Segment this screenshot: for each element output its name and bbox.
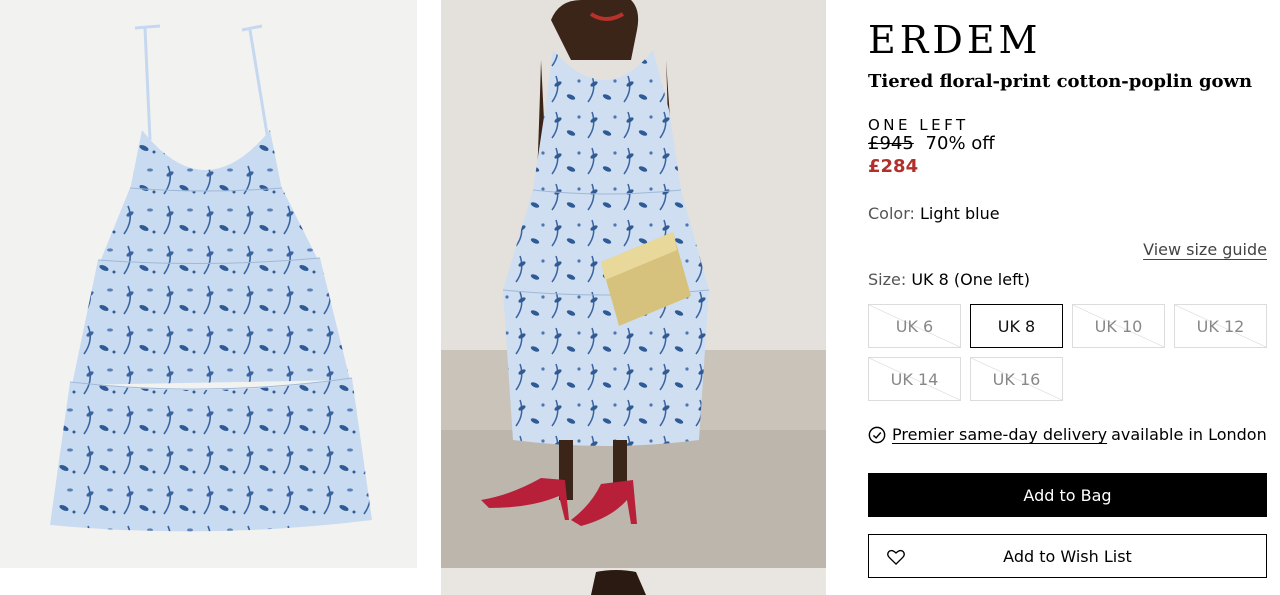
product-image-model[interactable]	[441, 0, 826, 568]
brand-name[interactable]: ERDEM	[868, 18, 1041, 62]
size-option-uk-14[interactable]: UK 14	[868, 357, 961, 401]
color-label: Color:	[868, 204, 915, 223]
stock-label: ONE LEFT	[868, 116, 969, 134]
size-option-uk-10[interactable]: UK 10	[1072, 304, 1165, 348]
delivery-suffix: available in London	[1111, 425, 1267, 444]
product-image-flat[interactable]	[0, 0, 417, 568]
size-option-uk-12[interactable]: UK 12	[1174, 304, 1267, 348]
size-value: UK 8 (One left)	[911, 270, 1030, 289]
add-to-bag-button[interactable]: Add to Bag	[868, 473, 1267, 517]
original-price: £945	[868, 133, 914, 154]
add-to-wishlist-button[interactable]: Add to Wish List	[868, 534, 1267, 578]
check-circle-icon	[868, 426, 886, 443]
size-row: Size: UK 8 (One left)	[868, 270, 1030, 289]
color-value: Light blue	[919, 204, 1000, 223]
product-name: Tiered floral-print cotton-poplin gown	[868, 71, 1253, 92]
size-option-uk-6[interactable]: UK 6	[868, 304, 961, 348]
color-row: Color: Light blue	[868, 204, 1000, 223]
product-image-next-preview[interactable]	[441, 568, 826, 595]
heart-outline-icon	[887, 549, 905, 566]
size-option-uk-8[interactable]: UK 8	[970, 304, 1063, 348]
price-row: £945 70% off	[868, 133, 995, 154]
sale-price: £284	[868, 156, 919, 177]
dress-flat-illustration	[50, 24, 372, 532]
premier-delivery-link[interactable]: Premier same-day delivery	[892, 425, 1107, 444]
size-label: Size:	[868, 270, 907, 289]
size-option-uk-16[interactable]: UK 16	[970, 357, 1063, 401]
delivery-info: Premier same-day delivery available in L…	[868, 425, 1267, 444]
model-wearing-dress-illustration	[441, 0, 826, 568]
next-image-preview-illustration	[441, 568, 826, 595]
product-details-panel: ERDEM Tiered floral-print cotton-poplin …	[868, 0, 1267, 595]
add-to-wishlist-label: Add to Wish List	[1003, 546, 1132, 566]
view-size-guide-link[interactable]: View size guide	[1143, 240, 1267, 259]
discount-label: 70% off	[925, 133, 995, 154]
